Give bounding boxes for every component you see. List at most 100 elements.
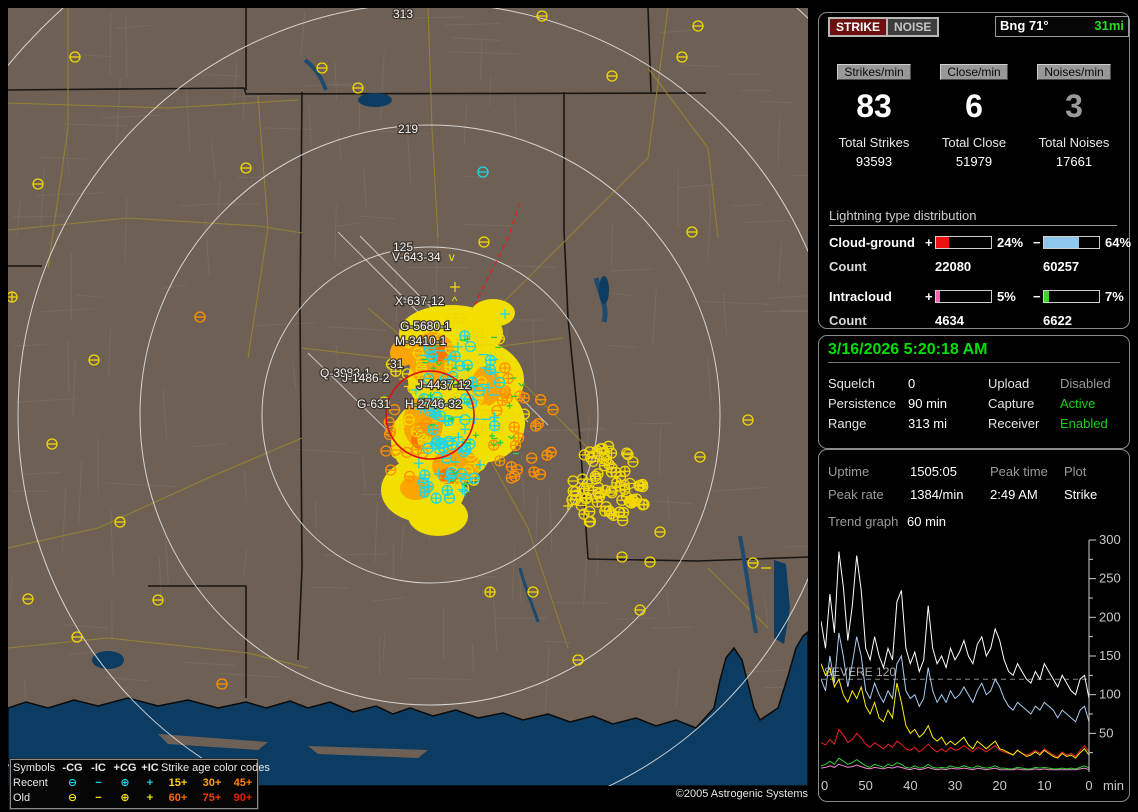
noise-button[interactable]: NOISE	[886, 17, 940, 37]
trend-range-value: 60 min	[907, 514, 947, 529]
count-label: Count	[829, 259, 867, 274]
map-legend: Symbols -CG -IC +CG +IC Strike age color…	[9, 758, 270, 810]
cloud-ground-row: Cloud-ground + 24% − 64%	[829, 235, 1131, 251]
squelch-row: Squelch 0 Upload Disabled	[828, 376, 1124, 391]
bearing-distance: 31mi	[1094, 18, 1124, 33]
legend-col-cg-minus: -CG	[62, 762, 83, 774]
intracloud-label: Intracloud	[829, 289, 892, 304]
svg-text:10: 10	[1037, 778, 1051, 793]
bearing-label: Bng 71°	[1000, 18, 1049, 33]
uptime-row: Uptime 1505:05 Peak time Plot	[828, 464, 1124, 479]
age-90-label: 90+	[233, 792, 253, 804]
persistence-row: Persistence 90 min Capture Active	[828, 396, 1124, 411]
old-ic-plus-icon: +	[146, 792, 154, 804]
total-close-value: 51979	[955, 154, 993, 169]
age-75-label: 75+	[202, 792, 222, 804]
svg-text:50: 50	[858, 778, 872, 793]
age-30-label: 30+	[202, 777, 222, 789]
count-label: Count	[829, 313, 867, 328]
svg-text:X-637-12: X-637-12	[395, 294, 445, 308]
close-column: Close/min 6 Total Close 51979	[924, 63, 1024, 169]
legend-col-cg-plus: +CG	[113, 762, 137, 774]
age-45-label: 45+	[233, 777, 253, 789]
persistence-label: Persistence	[828, 396, 896, 411]
status-panel: 3/16/2026 5:20:18 AM Squelch 0 Upload Di…	[818, 335, 1130, 449]
svg-text:M-3410-1: M-3410-1	[395, 334, 447, 348]
uptime-value: 1505:05	[910, 464, 957, 479]
legend-age-title: Strike age color codes	[161, 762, 270, 774]
svg-text:313: 313	[393, 8, 413, 21]
squelch-value: 0	[908, 376, 916, 391]
peak-rate-value: 1384/min	[910, 487, 964, 502]
capture-label: Capture	[988, 396, 1035, 411]
strikes-column: Strikes/min 83 Total Strikes 93593	[824, 63, 924, 169]
svg-text:v: v	[449, 250, 455, 264]
minus-sign: −	[1033, 289, 1041, 304]
svg-text:0: 0	[1085, 778, 1092, 793]
age-60-label: 60+	[168, 792, 188, 804]
bearing-readout: Bng 71° 31mi	[995, 16, 1129, 37]
svg-text:^: ^	[452, 294, 458, 308]
close-per-min-header: Close/min	[940, 64, 1008, 80]
svg-text:100: 100	[1099, 687, 1121, 702]
peak-time-label: Peak time	[990, 464, 1048, 479]
legend-symbols-title: Symbols	[13, 762, 56, 774]
lightning-map[interactable]: 313 219 125 31 V-643-34 v X-637-12 ^ G-5680-1 M-3…	[0, 0, 979, 812]
cg-plus-count: 22080	[935, 259, 972, 274]
recent-ic-plus-icon: +	[146, 777, 154, 789]
strikes-per-min-header: Strikes/min	[837, 64, 911, 80]
noises-column: Noises/min 3 Total Noises 17661	[1024, 63, 1124, 169]
recent-cg-plus-icon: ⊕	[120, 777, 130, 789]
svg-text:200: 200	[1099, 609, 1121, 624]
cg-plus-bar	[935, 236, 992, 249]
squelch-label: Squelch	[828, 376, 875, 391]
total-noises-label: Total Noises	[1038, 135, 1110, 150]
svg-text:40: 40	[903, 778, 917, 793]
uptime-label: Uptime	[828, 464, 870, 479]
ic-minus-count: 6622	[1043, 313, 1072, 328]
plot-value: Strike	[1064, 487, 1098, 502]
svg-text:G-5680-1: G-5680-1	[400, 319, 451, 333]
recent-cg-minus-icon: ⊖	[67, 777, 78, 789]
svg-text:G-631: G-631	[357, 397, 391, 411]
trend-graph-label: Trend graph	[828, 514, 899, 529]
copyright-text: ©2005 Astrogenic Systems	[675, 788, 808, 800]
svg-text:30: 30	[948, 778, 962, 793]
ic-plus-bar	[935, 290, 992, 303]
svg-text:20: 20	[992, 778, 1006, 793]
trend-chart: SEVERE 120501001502002503006050403020100…	[814, 532, 1127, 796]
cg-minus-pct: 64%	[1105, 235, 1132, 250]
receiver-value: Enabled	[1060, 416, 1108, 431]
strike-button[interactable]: STRIKE	[828, 17, 889, 37]
peak-rate-row: Peak rate 1384/min 2:49 AM Strike	[828, 487, 1124, 502]
total-noises-value: 17661	[1055, 154, 1093, 169]
svg-text:J-1486-2: J-1486-2	[342, 371, 390, 385]
ic-minus-bar	[1043, 290, 1100, 303]
range-value: 313 mi	[908, 416, 948, 431]
old-ic-minus-icon: −	[95, 792, 102, 804]
svg-text:60: 60	[821, 778, 828, 793]
old-cg-plus-icon: ⊕	[120, 792, 130, 804]
old-cg-minus-icon: ⊖	[67, 792, 78, 804]
legend-col-ic-minus: -IC	[91, 762, 106, 774]
cloud-ground-count-row: Count 22080 60257	[829, 259, 1121, 274]
svg-text:50: 50	[1099, 725, 1113, 740]
cg-plus-pct: 24%	[997, 235, 1024, 250]
range-label: Range	[828, 416, 867, 431]
trend-panel: Uptime 1505:05 Peak time Plot Peak rate …	[814, 449, 1130, 802]
upload-value: Disabled	[1060, 376, 1111, 391]
ic-plus-count: 4634	[935, 313, 964, 328]
cloud-ground-label: Cloud-ground	[829, 235, 915, 250]
persistence-value: 90 min	[908, 396, 948, 411]
age-15-label: 15+	[168, 777, 188, 789]
map-svg: 31321912531V-643-34 vX-637-12 ^G-5680-1M-3…	[0, 0, 979, 812]
total-close-label: Total Close	[941, 135, 1007, 150]
svg-text:V-643-34: V-643-34	[392, 250, 441, 264]
recent-ic-minus-icon: −	[95, 777, 102, 789]
strikes-rate: 83	[856, 88, 892, 124]
minus-sign: −	[1033, 235, 1041, 250]
svg-text:250: 250	[1099, 571, 1121, 586]
upload-label: Upload	[988, 376, 1030, 391]
ic-plus-pct: 5%	[997, 289, 1016, 304]
plot-label: Plot	[1064, 464, 1087, 479]
